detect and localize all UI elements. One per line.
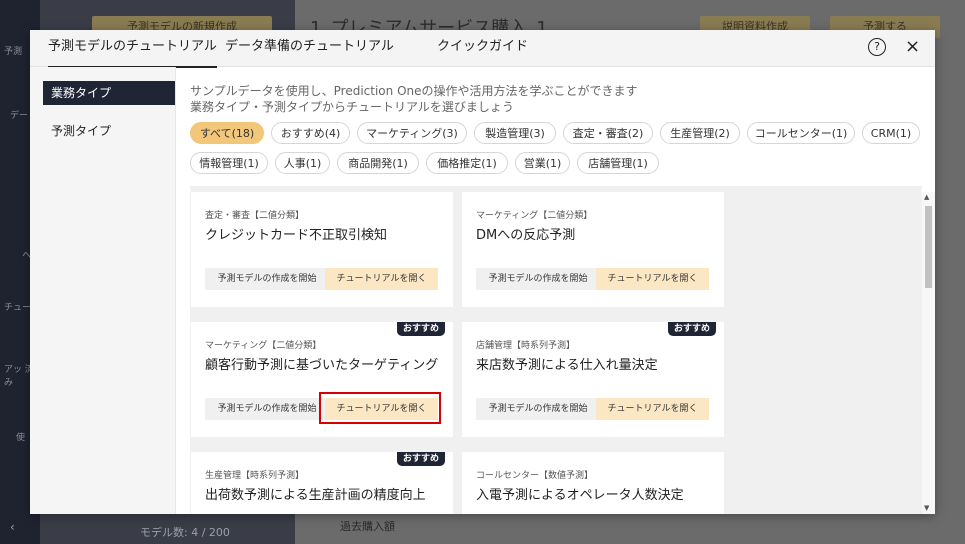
recommended-badge: おすすめ [667,322,716,336]
side-item-prediction-type[interactable]: 予測タイプ [43,119,175,143]
tutorial-modal: 予測モデルのチュートリアル データ準備のチュートリアル クイックガイド ? × … [30,30,935,514]
tab-data-tutorial[interactable]: データ準備のチュートリアル [225,30,394,66]
tutorial-card: おすすめ マーケティング【二値分類】 顧客行動予測に基づいたターゲティング 予測… [191,322,453,437]
sidebar-label-predict: 予測 [4,47,23,57]
filter-chip-production[interactable]: 生産管理(2) [660,122,740,144]
filter-chip-price-estimation[interactable]: 価格推定(1) [426,152,508,174]
filter-chip-crm[interactable]: CRM(1) [862,122,920,144]
open-tutorial-button[interactable]: チュートリアルを開く [325,268,438,290]
open-tutorial-button[interactable]: チュートリアルを開く [596,268,709,290]
side-item-business-type[interactable]: 業務タイプ [43,81,175,105]
card-title: 入電予測によるオペレータ人数決定 [476,488,684,503]
scroll-down-icon[interactable]: ▼ [924,504,929,512]
description-line-2: 業務タイプ・予測タイプからチュートリアルを選びましょう [190,100,514,114]
card-title: DMへの反応予測 [476,228,576,243]
filter-chip-marketing[interactable]: マーケティング(3) [357,122,467,144]
card-title: 出荷数予測による生産計画の精度向上 [205,488,426,503]
card-title: クレジットカード不正取引検知 [205,228,388,243]
card-title: 顧客行動予測に基づいたターゲティング [205,358,439,373]
filter-chip-manufacturing[interactable]: 製造管理(3) [474,122,556,144]
card-category: 生産管理【時系列予測】 [205,471,305,481]
highlight-box [319,392,441,424]
scroll-thumb[interactable] [925,206,932,288]
help-icon[interactable]: ? [868,38,886,56]
start-model-button[interactable]: 予測モデルの作成を開始 [205,398,329,420]
start-model-button[interactable]: 予測モデルの作成を開始 [476,268,600,290]
modal-header: 予測モデルのチュートリアル データ準備のチュートリアル クイックガイド ? × [30,30,935,68]
card-list-scrollbar[interactable]: ▲ ▼ [922,192,935,514]
filter-chip-assessment[interactable]: 査定・審査(2) [563,122,653,144]
tutorial-card: おすすめ 店舗管理【時系列予測】 来店数予測による仕入れ量決定 予測モデルの作成… [462,322,724,437]
tutorial-card: おすすめ 生産管理【時系列予測】 出荷数予測による生産計画の精度向上 [191,452,453,514]
card-category: 店舗管理【時系列予測】 [476,341,576,351]
card-category: マーケティング【二値分類】 [205,341,322,351]
bottom-text: 過去購入額 [340,520,395,533]
filter-chip-sales[interactable]: 営業(1) [515,152,570,174]
tutorial-card: コールセンター【数値予測】 入電予測によるオペレータ人数決定 [462,452,724,514]
recommended-badge: おすすめ [396,322,445,336]
sidebar-label-tutorial: チュー [4,303,32,313]
card-category: コールセンター【数値予測】 [476,471,594,481]
tab-quick-guide[interactable]: クイックガイド [437,30,528,66]
card-category: マーケティング【二値分類】 [476,211,593,221]
card-title: 来店数予測による仕入れ量決定 [476,358,658,373]
description-line-1: サンプルデータを使用し、Prediction Oneの操作や活用方法を学ぶことが… [190,84,638,98]
model-count: モデル数: 4 / 200 [140,526,230,539]
sidebar-label-data: デー [10,111,29,121]
filter-chip-all[interactable]: すべて(18) [190,122,264,144]
filter-chip-store-management[interactable]: 店舗管理(1) [577,152,659,174]
tab-model-tutorial[interactable]: 予測モデルのチュートリアル [48,30,217,68]
tutorial-card: マーケティング【二値分類】 DMへの反応予測 予測モデルの作成を開始 チュートリ… [462,192,724,307]
sidebar-label-usage: 使 [16,433,26,443]
category-sidebar: 業務タイプ 予測タイプ [30,67,176,514]
card-category: 査定・審査【二値分類】 [205,211,305,221]
recommended-badge: おすすめ [396,452,445,466]
start-model-button[interactable]: 予測モデルの作成を開始 [205,268,329,290]
open-tutorial-button[interactable]: チュートリアルを開く [596,398,709,420]
start-model-button[interactable]: 予測モデルの作成を開始 [476,398,600,420]
filter-chip-product-dev[interactable]: 商品開発(1) [337,152,419,174]
close-icon[interactable]: × [905,36,920,57]
tutorial-card-list: 査定・審査【二値分類】 クレジットカード不正取引検知 予測モデルの作成を開始 チ… [190,186,922,514]
scroll-up-icon[interactable]: ▲ [924,193,929,201]
filter-chip-recommended[interactable]: おすすめ(4) [271,122,350,144]
filter-chip-call-center[interactable]: コールセンター(1) [747,122,855,144]
collapse-chevron-icon[interactable]: ‹ [10,520,15,534]
filter-chip-info-management[interactable]: 情報管理(1) [190,152,268,174]
filter-chip-hr[interactable]: 人事(1) [275,152,330,174]
tutorial-card: 査定・審査【二値分類】 クレジットカード不正取引検知 予測モデルの作成を開始 チ… [191,192,453,307]
